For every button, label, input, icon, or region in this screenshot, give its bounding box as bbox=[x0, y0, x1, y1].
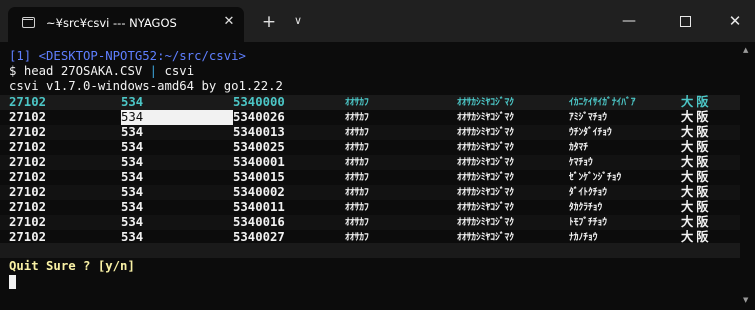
quit-prompt: Quit Sure ? [y/n] bbox=[9, 259, 135, 273]
table-cell[interactable]: 大阪 bbox=[681, 185, 712, 200]
table-cell[interactable]: 27102 bbox=[9, 215, 46, 230]
table-cell[interactable]: ｵｵｻｶﾌ bbox=[345, 200, 369, 215]
table-cell[interactable]: 5340026 bbox=[233, 110, 285, 125]
table-row: 27102 534 5340011 ｵｵｻｶﾌ ｵｵｻｶｼﾐﾔｺｼﾞﾏｸ ﾀｶｸﾗﾁｮｳ 大… bbox=[0, 200, 740, 215]
text-cursor bbox=[9, 275, 16, 289]
table-cell[interactable]: 534 bbox=[121, 185, 143, 200]
table-cell[interactable]: ｵｵｻｶｼﾐﾔｺｼﾞﾏｸ bbox=[457, 200, 514, 215]
table-cell[interactable]: 大阪 bbox=[681, 125, 712, 140]
table-cell[interactable]: ｵｵｻｶｼﾐﾔｺｼﾞﾏｸ bbox=[457, 155, 514, 170]
table-cell[interactable]: 27102 bbox=[9, 185, 46, 200]
table-row: 27102 534 5340001 ｵｵｻｶﾌ ｵｵｻｶｼﾐﾔｺｼﾞﾏｸ ｹﾏﾁｮｳ 大阪 bbox=[0, 155, 740, 170]
scroll-up-icon[interactable]: ▲ bbox=[743, 46, 748, 54]
table-cell[interactable]: 5340011 bbox=[233, 200, 285, 215]
table-cell[interactable]: 534 bbox=[121, 215, 143, 230]
tab-bar: ~¥src¥csvi --- NYAGOS ✕ + ∨ — ✕ bbox=[0, 0, 755, 42]
table-row: 27102 534 5340016 ｵｵｻｶﾌ ｵｵｻｶｼﾐﾔｺｼﾞﾏｸ ﾄﾓﾌﾞﾁﾁｮｳ… bbox=[0, 215, 740, 230]
table-cell[interactable]: ｵｵｻｶｼﾐﾔｺｼﾞﾏｸ bbox=[457, 215, 514, 230]
table-cell[interactable]: ﾄﾓﾌﾞﾁﾁｮｳ bbox=[569, 215, 607, 230]
prompt-line: [1] <DESKTOP-NPOTG52:~/src/csvi> bbox=[9, 49, 246, 63]
terminal-icon bbox=[22, 17, 35, 28]
tab-terminal[interactable]: ~¥src¥csvi --- NYAGOS ✕ bbox=[8, 7, 244, 42]
table-cell[interactable]: ｲｶﾆｹｲｻｲｶﾞﾅｲﾊﾞｱ bbox=[569, 95, 636, 110]
table-cell[interactable]: ｵｵｻｶﾌ bbox=[345, 170, 369, 185]
prompt-sigil: $ bbox=[9, 64, 24, 78]
table-cell[interactable]: 大阪 bbox=[681, 200, 712, 215]
table-cell[interactable]: ｵｵｻｶﾌ bbox=[345, 215, 369, 230]
terminal-content[interactable]: ▲ ▼ [1] <DESKTOP-NPOTG52:~/src/csvi> $ h… bbox=[0, 42, 755, 310]
table-cell[interactable]: 大阪 bbox=[681, 95, 712, 110]
table-cell[interactable]: ｵｵｻｶｼﾐﾔｺｼﾞﾏｸ bbox=[457, 95, 514, 110]
table-cell[interactable]: ｵｵｻｶﾌ bbox=[345, 185, 369, 200]
table-cell[interactable]: ｵｵｻｶｼﾐﾔｺｼﾞﾏｸ bbox=[457, 140, 514, 155]
command-line: $ head 27OSAKA.CSV | csvi bbox=[9, 64, 194, 79]
table-cell[interactable]: 大阪 bbox=[681, 110, 712, 125]
table-cell[interactable]: 27102 bbox=[9, 140, 46, 155]
table-cell[interactable]: 534 bbox=[121, 125, 143, 140]
table-cell[interactable]: 5340025 bbox=[233, 140, 285, 155]
table-header-row: 27102 534 5340000 ｵｵｻｶﾌ ｵｵｻｶｼﾐﾔｺｼﾞﾏｸ ｲｶﾆｹｲｻｲｶ… bbox=[0, 95, 740, 110]
table-cell[interactable]: ｵｵｻｶﾌ bbox=[345, 125, 369, 140]
maximize-icon bbox=[680, 16, 691, 27]
table-cell[interactable]: ｶﾀﾏﾁ bbox=[569, 140, 588, 155]
table-cell[interactable]: ﾀｶｸﾗﾁｮｳ bbox=[569, 200, 602, 215]
table-cell[interactable]: 5340016 bbox=[233, 215, 285, 230]
table-cell[interactable]: 27102 bbox=[9, 155, 46, 170]
table-row: 27102 534 5340013 ｵｵｻｶﾌ ｵｵｻｶｼﾐﾔｺｼﾞﾏｸ ｳﾁﾝﾀﾞｲﾁｮ… bbox=[0, 125, 740, 140]
table-cell[interactable]: ｱﾐｼﾞﾏﾁｮｳ bbox=[569, 110, 607, 125]
table-cell[interactable]: ｵｵｻｶﾌ bbox=[345, 155, 369, 170]
close-window-button[interactable]: ✕ bbox=[720, 9, 750, 33]
table-cell[interactable]: 5340013 bbox=[233, 125, 285, 140]
table-cell[interactable]: ｳﾁﾝﾀﾞｲﾁｮｳ bbox=[569, 125, 612, 140]
table-cell[interactable]: ｹﾏﾁｮｳ bbox=[569, 155, 593, 170]
table-cell[interactable]: 27102 bbox=[9, 170, 46, 185]
version-line: csvi v1.7.0-windows-amd64 by go1.22.2 bbox=[9, 79, 283, 93]
tab-title: ~¥src¥csvi --- NYAGOS bbox=[46, 16, 177, 30]
command-head: head 27OSAKA.CSV bbox=[23, 64, 150, 78]
table-cell[interactable]: ｵｵｻｶｼﾐﾔｺｼﾞﾏｸ bbox=[457, 185, 514, 200]
table-cell[interactable]: 大阪 bbox=[681, 155, 712, 170]
command-pipe: | bbox=[149, 64, 158, 78]
new-tab-button[interactable]: + bbox=[260, 13, 278, 31]
table-cell[interactable]: 5340000 bbox=[233, 95, 285, 110]
table-row: 27102 534 5340025 ｵｵｻｶﾌ ｵｵｻｶｼﾐﾔｺｼﾞﾏｸ ｶﾀﾏﾁ 大阪 bbox=[0, 140, 740, 155]
table-cell[interactable]: ｵｵｻｶｼﾐﾔｺｼﾞﾏｸ bbox=[457, 125, 514, 140]
table-cell[interactable]: 534 bbox=[121, 170, 143, 185]
table-cell[interactable]: 534 bbox=[121, 200, 143, 215]
scroll-down-icon[interactable]: ▼ bbox=[743, 296, 748, 304]
table-cell[interactable]: 大阪 bbox=[681, 170, 712, 185]
table-cell[interactable]: 27102 bbox=[9, 200, 46, 215]
table-cell[interactable]: 5340015 bbox=[233, 170, 285, 185]
table-cell[interactable]: 534 bbox=[121, 155, 143, 170]
command-csvi: csvi bbox=[157, 64, 195, 78]
table-cell[interactable]: 大阪 bbox=[681, 140, 712, 155]
table-row: 27102 534 5340015 ｵｵｻｶﾌ ｵｵｻｶｼﾐﾔｺｼﾞﾏｸ ｾﾞﾝｹﾞﾝｼﾞ… bbox=[0, 170, 740, 185]
minimize-button[interactable]: — bbox=[614, 9, 644, 33]
table-cell[interactable]: 27102 bbox=[9, 110, 46, 125]
table-cell[interactable]: ｵｵｻｶﾌ bbox=[345, 95, 369, 110]
empty-row bbox=[0, 243, 740, 258]
table-cell[interactable]: 27102 bbox=[9, 125, 46, 140]
table-cell[interactable]: ｵｵｻｶﾌ bbox=[345, 140, 369, 155]
table-cell[interactable]: ｾﾞﾝｹﾞﾝｼﾞﾁｮｳ bbox=[569, 170, 621, 185]
table-cell[interactable]: ﾀﾞｲﾄｸﾁｮｳ bbox=[569, 185, 607, 200]
table-cell[interactable]: ｵｵｻｶﾌ bbox=[345, 110, 369, 125]
table-cell[interactable]: 534 bbox=[121, 95, 143, 110]
table-cell[interactable]: 5340002 bbox=[233, 185, 285, 200]
table-cell[interactable]: 5340001 bbox=[233, 155, 285, 170]
table-row: 27102 534 5340002 ｵｵｻｶﾌ ｵｵｻｶｼﾐﾔｺｼﾞﾏｸ ﾀﾞｲﾄｸﾁｮｳ… bbox=[0, 185, 740, 200]
maximize-button[interactable] bbox=[670, 9, 700, 33]
table-cell[interactable]: ｵｵｻｶｼﾐﾔｺｼﾞﾏｸ bbox=[457, 110, 514, 125]
selected-cell[interactable]: 534 bbox=[121, 110, 233, 125]
close-tab-icon[interactable]: ✕ bbox=[221, 14, 237, 30]
table-cell[interactable]: ｵｵｻｶｼﾐﾔｺｼﾞﾏｸ bbox=[457, 170, 514, 185]
table-cell[interactable]: 534 bbox=[121, 140, 143, 155]
chevron-down-icon[interactable]: ∨ bbox=[290, 12, 306, 30]
table-row: 27102 534 5340026 ｵｵｻｶﾌ ｵｵｻｶｼﾐﾔｺｼﾞﾏｸ ｱﾐｼﾞﾏﾁｮｳ… bbox=[0, 110, 740, 125]
table-cell[interactable]: 大阪 bbox=[681, 215, 712, 230]
terminal-window: ~¥src¥csvi --- NYAGOS ✕ + ∨ — ✕ ▲ ▼ [1] … bbox=[0, 0, 755, 310]
table-cell[interactable]: 27102 bbox=[9, 95, 46, 110]
